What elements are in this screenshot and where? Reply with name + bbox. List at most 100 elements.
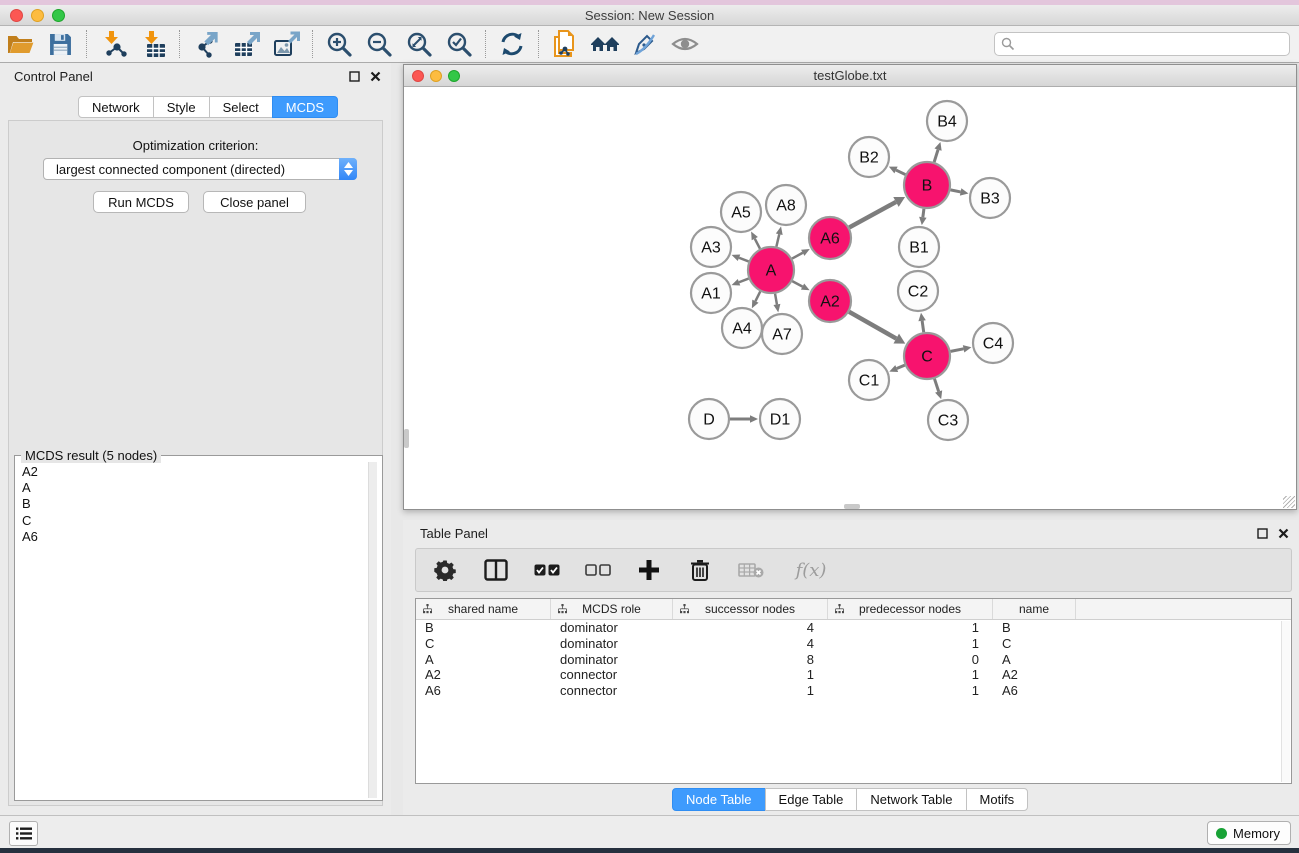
result-item[interactable]: C <box>22 513 362 529</box>
result-item[interactable]: A <box>22 480 362 496</box>
tab-select[interactable]: Select <box>209 96 273 118</box>
save-session-button[interactable] <box>40 28 80 60</box>
edge-B-B4[interactable] <box>934 150 938 162</box>
select-all-checkboxes-button[interactable] <box>534 555 560 585</box>
cell-predecessor-nodes[interactable]: 1 <box>828 620 993 636</box>
export-network-button[interactable] <box>186 28 226 60</box>
table-row[interactable]: Bdominator41B <box>416 620 1291 636</box>
edge-C-C4[interactable] <box>951 349 964 352</box>
search-field[interactable] <box>994 32 1290 56</box>
edge-C-C2[interactable] <box>922 321 924 333</box>
close-panel-icon[interactable] <box>370 71 381 82</box>
edge-A6-B[interactable] <box>849 202 896 228</box>
edge-A-A6[interactable] <box>792 253 803 259</box>
column-header-MCDS-role[interactable]: MCDS role <box>551 599 673 619</box>
column-header-predecessor-nodes[interactable]: predecessor nodes <box>828 599 993 619</box>
close-panel-button[interactable]: Close panel <box>203 191 306 213</box>
edge-A-A2[interactable] <box>792 281 802 286</box>
deselect-checkboxes-button[interactable] <box>585 555 611 585</box>
cell-successor-nodes[interactable]: 8 <box>673 652 828 668</box>
cell-name[interactable]: A <box>993 652 1076 668</box>
cell-MCDS-role[interactable]: dominator <box>551 620 673 636</box>
edge-A-A1[interactable] <box>739 279 749 283</box>
result-item[interactable]: A6 <box>22 529 362 545</box>
zoom-fit-button[interactable] <box>399 28 439 60</box>
cell-shared-name[interactable]: B <box>416 620 551 636</box>
cell-shared-name[interactable]: C <box>416 636 551 652</box>
column-header-shared-name[interactable]: shared name <box>416 599 551 619</box>
gear-button[interactable] <box>432 555 458 585</box>
edge-A-A4[interactable] <box>755 291 760 301</box>
result-item[interactable]: A2 <box>22 464 362 480</box>
float-panel-icon[interactable] <box>1257 528 1268 539</box>
criterion-select[interactable]: largest connected component (directed) <box>43 158 357 180</box>
edge-B-B2[interactable] <box>896 170 905 175</box>
network-document-button[interactable] <box>545 28 585 60</box>
cell-successor-nodes[interactable]: 1 <box>673 683 828 699</box>
cell-successor-nodes[interactable]: 4 <box>673 636 828 652</box>
table-row[interactable]: A6connector11A6 <box>416 683 1291 699</box>
eye-button[interactable] <box>665 28 705 60</box>
tab-network[interactable]: Network <box>78 96 154 118</box>
edge-C-C1[interactable] <box>897 365 905 368</box>
cell-successor-nodes[interactable]: 1 <box>673 667 828 683</box>
edge-B-B1[interactable] <box>923 209 924 217</box>
mcds-result-list[interactable]: A2ABCA6 <box>16 462 368 799</box>
zoom-selected-button[interactable] <box>439 28 479 60</box>
node-table[interactable]: shared nameMCDS rolesuccessor nodesprede… <box>415 598 1292 784</box>
tab-motifs[interactable]: Motifs <box>966 788 1029 811</box>
export-table-button[interactable] <box>226 28 266 60</box>
annotation-pen-slash-button[interactable] <box>625 28 665 60</box>
cell-MCDS-role[interactable]: connector <box>551 667 673 683</box>
cell-predecessor-nodes[interactable]: 1 <box>828 667 993 683</box>
cell-successor-nodes[interactable]: 4 <box>673 620 828 636</box>
panel-toggle-button[interactable] <box>9 821 38 846</box>
edge-A-A7[interactable] <box>775 294 777 305</box>
edge-B-B3[interactable] <box>951 190 961 192</box>
cell-name[interactable]: A6 <box>993 683 1076 699</box>
edge-A-A8[interactable] <box>776 234 779 246</box>
vertical-scrollbar-thumb[interactable] <box>404 429 409 448</box>
cell-MCDS-role[interactable]: dominator <box>551 652 673 668</box>
table-row[interactable]: Adominator80A <box>416 652 1291 668</box>
zoom-out-button[interactable] <box>359 28 399 60</box>
table-scrollbar[interactable] <box>1281 621 1290 782</box>
table-row[interactable]: A2connector11A2 <box>416 667 1291 683</box>
open-session-button[interactable] <box>0 28 40 60</box>
delete-column-button[interactable] <box>687 555 713 585</box>
tab-edge-table[interactable]: Edge Table <box>765 788 858 811</box>
cell-name[interactable]: B <box>993 620 1076 636</box>
import-network-button[interactable] <box>93 28 133 60</box>
tab-network-table[interactable]: Network Table <box>856 788 966 811</box>
cell-MCDS-role[interactable]: dominator <box>551 636 673 652</box>
run-mcds-button[interactable]: Run MCDS <box>93 191 189 213</box>
edge-A-A3[interactable] <box>739 258 749 262</box>
delete-table-button[interactable] <box>738 555 764 585</box>
tab-node-table[interactable]: Node Table <box>672 788 766 811</box>
cell-MCDS-role[interactable]: connector <box>551 683 673 699</box>
edge-A-A5[interactable] <box>755 239 760 249</box>
network-canvas[interactable]: AA1A2A3A4A5A6A7A8BB1B2B3B4CC1C2C3C4DD1 <box>404 87 1296 509</box>
network-window-titlebar[interactable]: testGlobe.txt <box>404 65 1296 87</box>
search-input[interactable] <box>1019 37 1289 52</box>
cell-name[interactable]: A2 <box>993 667 1076 683</box>
resize-grip[interactable] <box>1283 496 1295 508</box>
zoom-in-button[interactable] <box>319 28 359 60</box>
edge-C-C3[interactable] <box>934 379 938 392</box>
refresh-button[interactable] <box>492 28 532 60</box>
result-list-scrollbar[interactable] <box>368 462 377 798</box>
tab-style[interactable]: Style <box>153 96 210 118</box>
cell-predecessor-nodes[interactable]: 1 <box>828 683 993 699</box>
split-columns-button[interactable] <box>483 555 509 585</box>
table-row[interactable]: Cdominator41C <box>416 636 1291 652</box>
memory-button[interactable]: Memory <box>1207 821 1291 845</box>
network-graph[interactable]: AA1A2A3A4A5A6A7A8BB1B2B3B4CC1C2C3C4DD1 <box>404 87 1296 509</box>
cell-name[interactable]: C <box>993 636 1076 652</box>
column-header-name[interactable]: name <box>993 599 1076 619</box>
tab-mcds[interactable]: MCDS <box>272 96 338 118</box>
homes-button[interactable] <box>585 28 625 60</box>
export-image-button[interactable] <box>266 28 306 60</box>
cell-predecessor-nodes[interactable]: 0 <box>828 652 993 668</box>
close-panel-icon[interactable] <box>1278 528 1289 539</box>
edge-A2-C[interactable] <box>849 312 896 339</box>
